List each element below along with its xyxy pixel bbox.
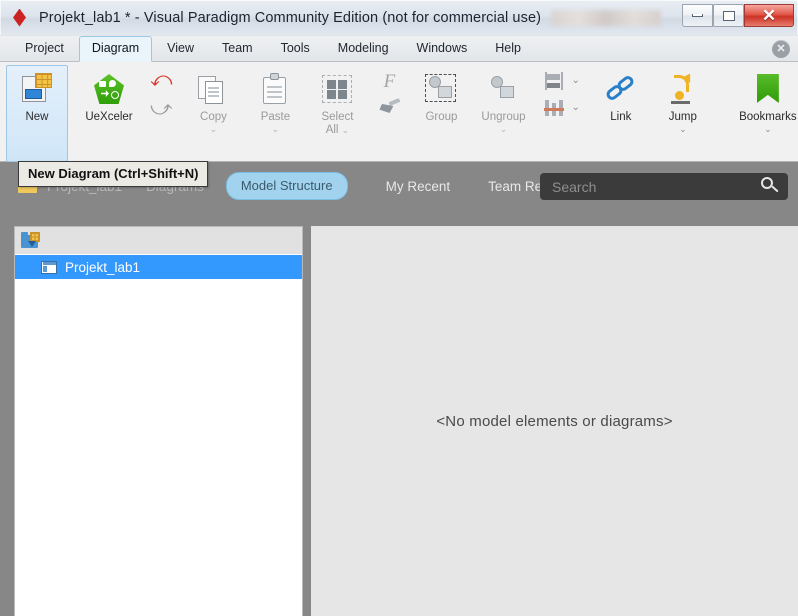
new-diagram-button[interactable]: New <box>6 65 68 162</box>
jump-icon <box>666 70 700 106</box>
title-bar: Projekt_lab1 * - Visual Paradigm Communi… <box>0 0 798 36</box>
tab-model-structure[interactable]: Model Structure <box>225 172 348 200</box>
distribute-row[interactable]: ⌄ <box>544 99 580 117</box>
link-label: Link <box>610 111 632 123</box>
link-icon <box>604 72 638 106</box>
bookmark-icon <box>751 72 785 106</box>
copy-button[interactable]: Copy ⌄ <box>182 65 244 162</box>
close-icon: ✕ <box>761 6 777 25</box>
maximize-icon <box>722 10 735 21</box>
tree-item-projekt-lab1[interactable]: Projekt_lab1 <box>15 255 302 279</box>
ungroup-chevron-down-icon[interactable]: ⌄ <box>500 125 508 134</box>
uexceler-label: UeXceler <box>85 111 133 123</box>
undo-icon[interactable]: ⤺ <box>150 69 172 90</box>
open-project-folder-icon[interactable] <box>21 231 41 250</box>
bookmarks-chevron-down-icon[interactable]: ⌄ <box>764 125 772 134</box>
menu-tab-team[interactable]: Team <box>209 36 266 62</box>
new-diagram-label: New <box>25 111 49 123</box>
uexceler-icon <box>92 72 126 106</box>
group-icon <box>424 72 458 106</box>
ribbon-toolbar: New UeXceler ⤺ ⤻ Copy ⌄ Paste ⌄ Select A… <box>0 62 798 162</box>
jump-label: Jump <box>668 111 697 123</box>
group-button[interactable]: Group <box>410 65 472 162</box>
paste-button[interactable]: Paste ⌄ <box>244 65 306 162</box>
align-row[interactable]: ⌄ <box>544 72 580 90</box>
empty-state-message: <No model elements or diagrams> <box>436 412 673 430</box>
ribbon-group-bookmarks: Bookmarks ⌄ <box>724 65 798 162</box>
search-placeholder: Search <box>552 178 597 195</box>
minimize-button[interactable] <box>682 4 713 27</box>
ungroup-label: Ungroup <box>481 111 526 123</box>
app-logo-icon <box>9 7 31 29</box>
tree-toolbar <box>15 227 302 255</box>
diagram-node-icon <box>41 260 57 274</box>
paste-icon <box>258 72 292 106</box>
workspace: Projekt_lab1 <No model elements or diagr… <box>0 210 798 616</box>
menu-tab-project[interactable]: Project <box>12 36 77 62</box>
menu-tab-diagram[interactable]: Diagram <box>78 36 153 62</box>
menu-tab-list: Project Diagram View Team Tools Modeling… <box>0 36 798 62</box>
jump-chevron-down-icon[interactable]: ⌄ <box>679 125 687 134</box>
ribbon-group-format: F <box>378 65 401 162</box>
select-all-chevron-down-icon[interactable]: ⌄ <box>342 125 350 135</box>
search-box[interactable]: Search <box>540 173 788 200</box>
window-controls: ✕ <box>682 0 798 31</box>
paste-label: Paste <box>260 111 291 123</box>
title-watermark <box>551 9 662 26</box>
content-panel[interactable]: <No model elements or diagrams> <box>311 226 798 616</box>
menu-tab-tools[interactable]: Tools <box>268 36 323 62</box>
close-button[interactable]: ✕ <box>744 4 794 27</box>
link-button[interactable]: Link <box>590 65 652 162</box>
menu-tab-view[interactable]: View <box>154 36 207 62</box>
align-chevron-down-icon[interactable]: ⌄ <box>571 76 579 86</box>
ribbon-group-uexceler: UeXceler <box>78 65 140 162</box>
application-window: Projekt_lab1 * - Visual Paradigm Communi… <box>0 0 798 616</box>
copy-chevron-down-icon[interactable]: ⌄ <box>210 125 218 134</box>
select-all-label-2: All ⌄ <box>325 124 350 136</box>
format-icon[interactable]: F <box>384 72 396 91</box>
menu-bar: Project Diagram View Team Tools Modeling… <box>0 36 798 62</box>
maximize-button[interactable] <box>713 4 744 27</box>
menu-tab-windows[interactable]: Windows <box>404 36 481 62</box>
tab-my-recent[interactable]: My Recent <box>386 179 451 194</box>
select-all-button[interactable]: Select All ⌄ <box>306 65 368 162</box>
new-diagram-tooltip: New Diagram (Ctrl+Shift+N) <box>18 161 209 187</box>
ribbon-close-button[interactable]: ✕ <box>772 40 790 58</box>
distribute-chevron-down-icon[interactable]: ⌄ <box>571 103 579 113</box>
bookmarks-label: Bookmarks <box>739 111 797 123</box>
ungroup-button[interactable]: Ungroup ⌄ <box>472 65 534 162</box>
select-all-icon <box>320 72 354 106</box>
ribbon-group-grouping: Group Ungroup ⌄ <box>410 65 534 162</box>
ribbon-group-undo-redo: ⤺ ⤻ <box>150 65 172 162</box>
ribbon-group-clipboard: Copy ⌄ Paste ⌄ Select All ⌄ <box>182 65 368 162</box>
align-icon <box>544 72 564 90</box>
format-painter-icon[interactable] <box>378 98 401 119</box>
new-diagram-icon <box>20 72 54 106</box>
select-all-label: Select <box>321 111 354 123</box>
model-tree-panel: Projekt_lab1 <box>14 226 303 616</box>
tree-item-label: Projekt_lab1 <box>65 259 141 275</box>
ribbon-close-icon: ✕ <box>776 42 786 55</box>
ribbon-group-align: ⌄ ⌄ <box>544 65 580 162</box>
copy-label: Copy <box>200 111 227 123</box>
minimize-icon <box>692 14 703 17</box>
bookmarks-button[interactable]: Bookmarks ⌄ <box>724 65 798 162</box>
window-title: Projekt_lab1 * - Visual Paradigm Communi… <box>39 9 542 26</box>
ungroup-icon <box>486 72 520 106</box>
redo-icon[interactable]: ⤻ <box>150 98 172 119</box>
paste-chevron-down-icon[interactable]: ⌄ <box>272 125 280 134</box>
ribbon-group-navigation: Link Jump ⌄ <box>590 65 714 162</box>
search-icon[interactable] <box>761 177 779 195</box>
copy-icon <box>196 72 230 106</box>
menu-tab-help[interactable]: Help <box>482 36 534 62</box>
ribbon-group-new: New <box>6 65 68 162</box>
group-label: Group <box>425 111 458 123</box>
menu-tab-modeling[interactable]: Modeling <box>325 36 402 62</box>
distribute-icon <box>544 99 565 117</box>
uexceler-button[interactable]: UeXceler <box>78 65 140 162</box>
jump-button[interactable]: Jump ⌄ <box>652 65 714 162</box>
